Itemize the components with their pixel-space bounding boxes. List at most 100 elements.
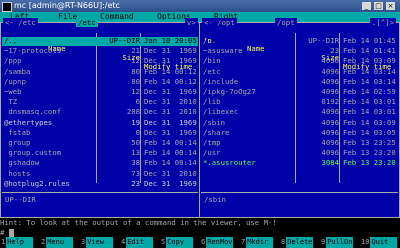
shell-prompt: # [0,228,5,237]
file-row[interactable]: /upnp 80 Feb 14 00:12 [2,76,198,87]
file-row[interactable]: /include 4096 Feb 14 03:14 [201,76,398,87]
fkey-label: PullDn [326,237,354,248]
fkey-quit[interactable]: 10 Quit [360,237,398,248]
file-row[interactable]: dnsmasq.conf 208 Dec 31 2010 [2,108,198,117]
fkey-delete[interactable]: 8 Delete [280,237,314,248]
file-size: 6 [135,97,140,107]
file-row[interactable]: ~asusware 23 Feb 14 01:41 [201,46,398,56]
close-button[interactable]: × [386,2,395,10]
file-size: 13 [131,148,140,158]
file-row[interactable]: /ipkg-7oOg27 4096 Feb 14 02:59 [201,87,398,97]
file-modify-time: Feb 13 23:25 [343,138,396,147]
window-title: mc [admin@RT-N66U]:/etc [14,1,120,10]
file-name: /sbin [203,117,225,127]
file-modify-time: Feb 13 23:20 [343,148,396,158]
hint-line: Hint: To look at the output of a command… [0,218,277,227]
file-modify-time: Dec 31 2010 [144,107,197,117]
file-row[interactable]: /.. UP--DIR Jan 10 20:05 [2,36,198,46]
menu-file[interactable]: File [58,12,77,22]
minimize-button[interactable]: _ [362,2,371,10]
file-row[interactable]: TZ 6 Dec 31 2010 [2,97,198,107]
function-key-bar: 1 Help 2 Menu 3 View 4 Edit 5 Copy 6 RenMov 7 Mkdir 8 D… [0,237,400,248]
file-modify-time: Feb 14 03:05 [343,127,396,137]
file-row[interactable]: ~web 12 Dec 31 1969 [2,87,198,97]
file-row[interactable]: fstab 0 Dec 31 1969 [2,128,198,138]
file-row[interactable]: group 50 Feb 14 00:14 [2,138,198,148]
fkey-mkdir[interactable]: 7 Mkdir [240,237,274,248]
file-row[interactable]: /share 4096 Feb 14 03:05 [201,127,398,138]
file-modify-time: Jan 10 20:05 [144,36,197,45]
file-modify-time: Feb 14 00:14 [144,138,197,147]
file-row[interactable]: group.custom 13 Feb 14 00:14 [2,148,198,158]
fkey-edit[interactable]: 4 Edit [120,237,154,248]
file-modify-time: Feb 14 00:12 [144,66,197,76]
file-row[interactable]: /libexec 4096 Feb 14 03:01 [201,108,398,117]
file-name: hosts [4,168,31,178]
fkey-view[interactable]: 3 View [80,237,114,248]
file-size: 38 [131,158,140,168]
file-size: 4096 [321,127,339,137]
file-modify-time: Dec 31 1969 [144,178,197,188]
file-size: UP--DIR [109,36,140,45]
file-name: /upnp [4,76,26,86]
file-modify-time: Dec 31 1969 [144,87,197,96]
file-row[interactable]: /samba 80 Feb 14 00:12 [2,66,198,77]
left-panel-corner[interactable]: v> [185,18,198,27]
file-modify-time: Dec 31 2010 [144,168,197,178]
file-name: *.asusrouter [203,158,256,168]
command-line[interactable]: # [0,228,400,237]
file-row[interactable]: /etc 4096 Feb 14 03:14 [201,67,398,77]
file-size: 23 [330,46,339,56]
fkey-label: Copy [166,237,194,248]
file-size: 208 [126,107,140,117]
file-row[interactable]: /sbin 4096 Feb 14 03:09 [201,117,398,128]
fkey-menu[interactable]: 2 Menu [40,237,74,248]
file-row[interactable]: /bin 4096 Feb 14 03:09 [201,57,398,66]
right-panel[interactable]: <- /opt /opt .[^]> 'n Name Size Modify t… [199,18,400,218]
file-row[interactable]: /.. UP--DIR Feb 14 01:45 [201,36,398,46]
file-modify-time: Dec 31 1969 [144,56,197,66]
left-panel-nav[interactable]: <- /etc [3,18,38,27]
file-size: 50 [131,138,140,147]
right-panel-nav[interactable]: <- /opt [202,18,237,27]
fkey-label: Delete [286,237,314,248]
left-panel[interactable]: <- /etc /etc v> 'n Name Size Modify time… [0,18,200,218]
file-name: /include [203,76,239,86]
fkey-label: Menu [46,237,74,248]
file-name: /ipkg-7oOg27 [203,87,256,96]
file-size: 4096 [321,87,339,96]
file-row[interactable]: /tmp 4096 Feb 13 23:25 [201,138,398,148]
fkey-renmov[interactable]: 6 RenMov [200,237,234,248]
fkey-label: Help [6,237,34,248]
file-row[interactable]: hosts 73 Dec 31 2010 [2,168,198,179]
file-name: /usr [203,148,221,158]
file-size: 12 [131,87,140,96]
fkey-pulldn[interactable]: 9 PullDn [320,237,354,248]
text-cursor [8,229,14,237]
file-name: @hotplug2.rules [4,178,70,188]
fkey-copy[interactable]: 5 Copy [160,237,194,248]
file-modify-time: Feb 14 03:01 [343,107,396,117]
left-panel-path: /etc [76,18,98,27]
file-row[interactable]: @hotplug2.rules 23 Dec 31 1969 [2,178,198,189]
file-size: 21 [131,46,140,56]
right-panel-corner[interactable]: .[^]> [370,18,396,27]
fkey-label: RenMov [206,237,234,248]
fkey-label: Quit [370,237,398,248]
file-name: /tmp [203,138,221,147]
file-row[interactable]: *.asusrouter 3084 Feb 13 23:20 [201,159,398,168]
file-row[interactable]: ~17-protocols 21 Dec 31 1969 [2,46,198,56]
file-row[interactable]: /usr 4096 Feb 13 23:20 [201,148,398,158]
file-name: gshadow [4,158,40,168]
file-size: 3084 [321,158,339,168]
file-row[interactable]: gshadow 38 Feb 14 00:14 [2,159,198,168]
file-row[interactable]: @ethertypes 19 Dec 31 1969 [2,118,198,128]
menu-command[interactable]: Command [100,12,134,22]
file-modify-time: Feb 14 00:14 [144,158,197,168]
maximize-button[interactable]: □ [374,2,383,10]
file-name: /.. [203,36,217,45]
file-row[interactable]: /ppp 12 Dec 31 1969 [2,57,198,66]
file-row[interactable]: /lib 8192 Feb 14 03:01 [201,97,398,107]
file-name: dnsmasq.conf [4,107,62,117]
fkey-help[interactable]: 1 Help [0,237,34,248]
